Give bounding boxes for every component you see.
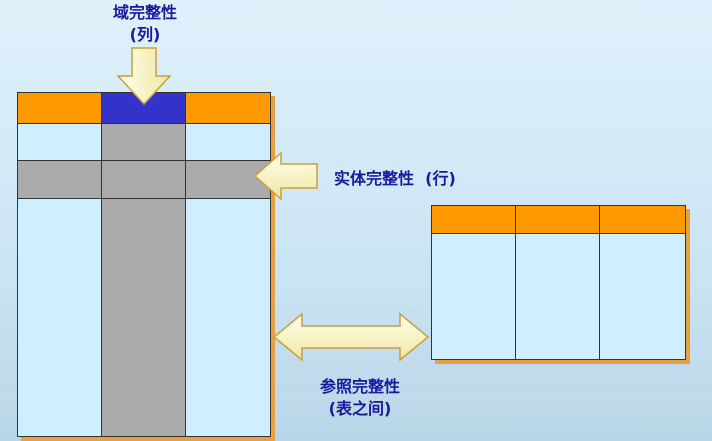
row1-cell-2-column-highlight xyxy=(102,124,186,161)
referential-integrity-label: 参照完整性 xyxy=(319,377,400,396)
row2-cell-2-row-highlight xyxy=(102,161,186,199)
entity-integrity-label: 实体完整性 (行) xyxy=(334,169,456,188)
body-cell-2-column-highlight xyxy=(102,199,186,436)
ref-header-cell-1 xyxy=(432,206,516,234)
domain-integrity-note: (列) xyxy=(129,25,161,44)
body-cell-1 xyxy=(18,199,102,436)
domain-integrity-label: 域完整性 xyxy=(112,3,177,22)
header-cell-3 xyxy=(186,93,270,124)
left-arrow-icon xyxy=(253,151,318,201)
referential-integrity-note: (表之间) xyxy=(328,399,392,418)
ref-body-cell-1 xyxy=(432,234,516,359)
referenced-table xyxy=(431,205,686,360)
row1-cell-1 xyxy=(18,124,102,161)
double-arrow-icon xyxy=(272,312,430,362)
header-cell-1 xyxy=(18,93,102,124)
row2-cell-1-row-highlight xyxy=(18,161,102,199)
body-cell-3 xyxy=(186,199,270,436)
main-table xyxy=(17,92,271,437)
ref-header-cell-3 xyxy=(600,206,685,234)
ref-header-cell-2 xyxy=(516,206,600,234)
ref-body-cell-3 xyxy=(600,234,685,359)
ref-body-cell-2 xyxy=(516,234,600,359)
down-arrow-icon xyxy=(116,47,172,106)
